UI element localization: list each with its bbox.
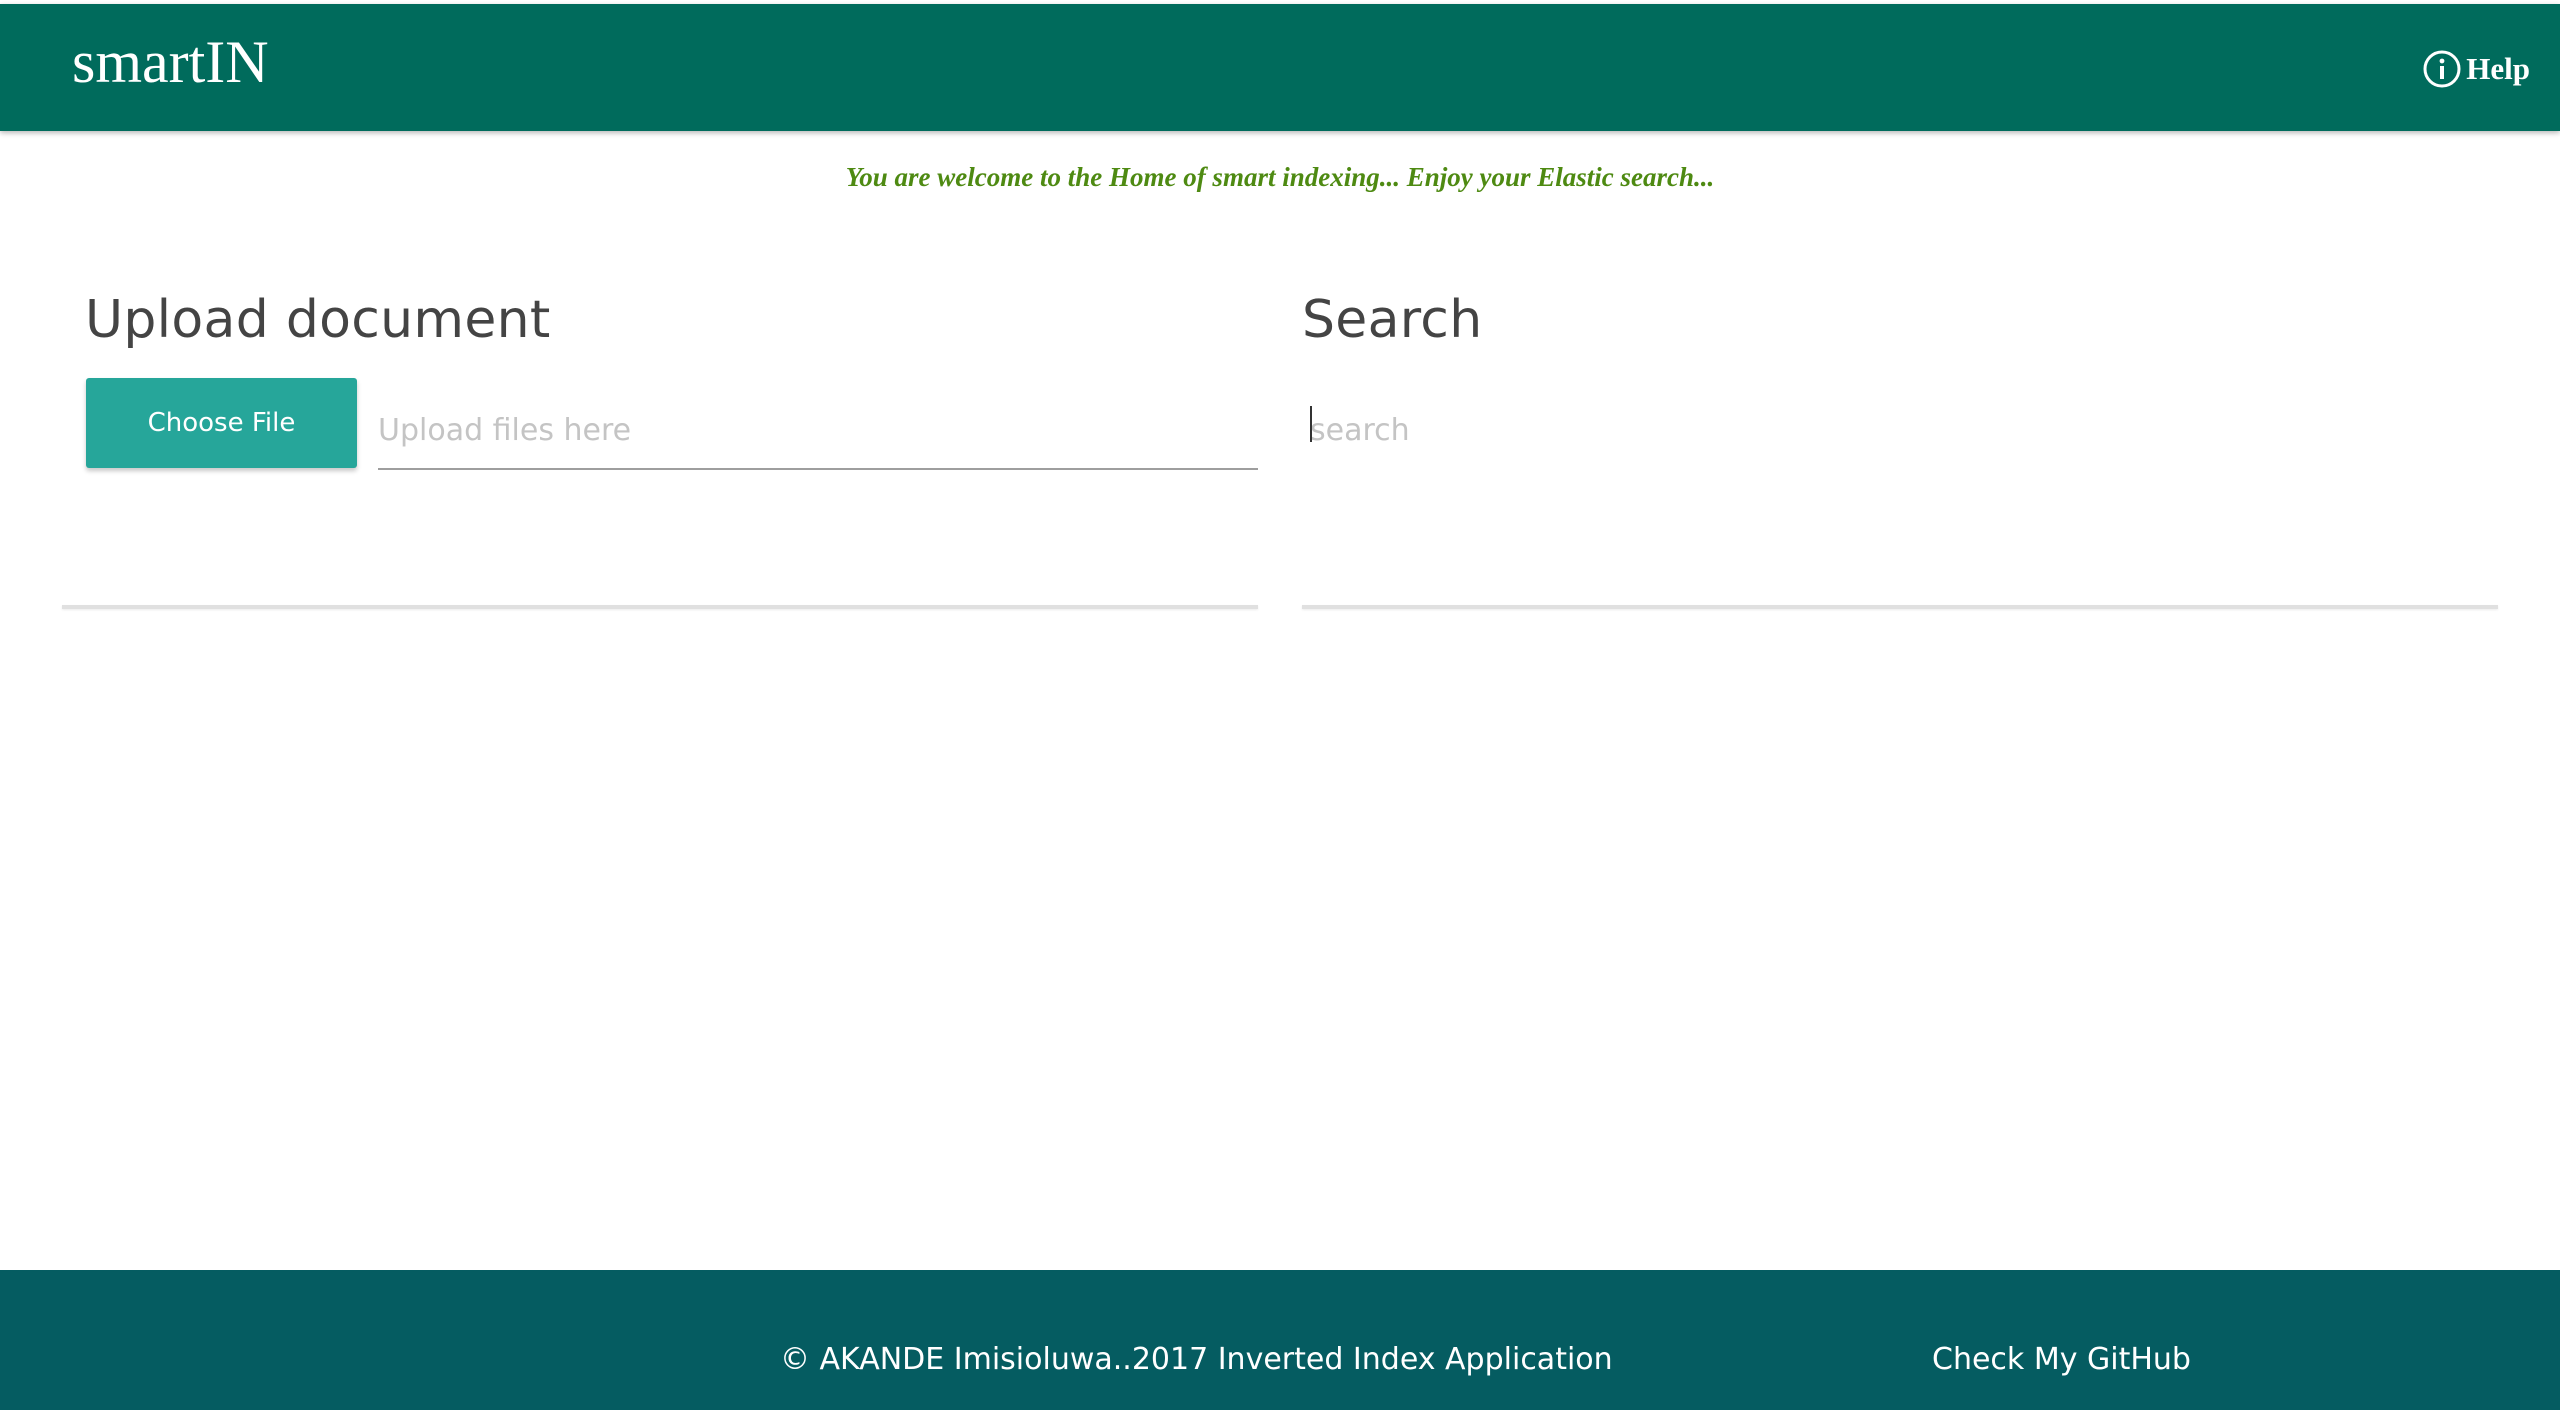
upload-file-path-input[interactable] [378, 392, 1258, 470]
upload-section-divider [62, 605, 1258, 609]
info-icon [2423, 50, 2461, 88]
text-cursor [1310, 406, 1312, 442]
help-link[interactable]: Help [2422, 49, 2530, 89]
top-navbar: smartIN Help [0, 4, 2560, 131]
search-section-divider [1302, 605, 2498, 609]
footer-copyright: © AKANDE Imisioluwa..2017 Inverted Index… [780, 1342, 1613, 1377]
search-input[interactable] [1310, 392, 2490, 468]
help-label: Help [2466, 51, 2530, 86]
welcome-message: You are welcome to the Home of smart ind… [845, 162, 1715, 192]
github-link[interactable]: Check My GitHub [1932, 1342, 2191, 1377]
choose-file-button[interactable]: Choose File [86, 378, 357, 468]
search-section-title: Search [1302, 290, 1483, 350]
brand-logo[interactable]: smartIN [72, 32, 269, 92]
upload-section-title: Upload document [85, 290, 551, 350]
page-footer: © AKANDE Imisioluwa..2017 Inverted Index… [0, 1270, 2560, 1410]
